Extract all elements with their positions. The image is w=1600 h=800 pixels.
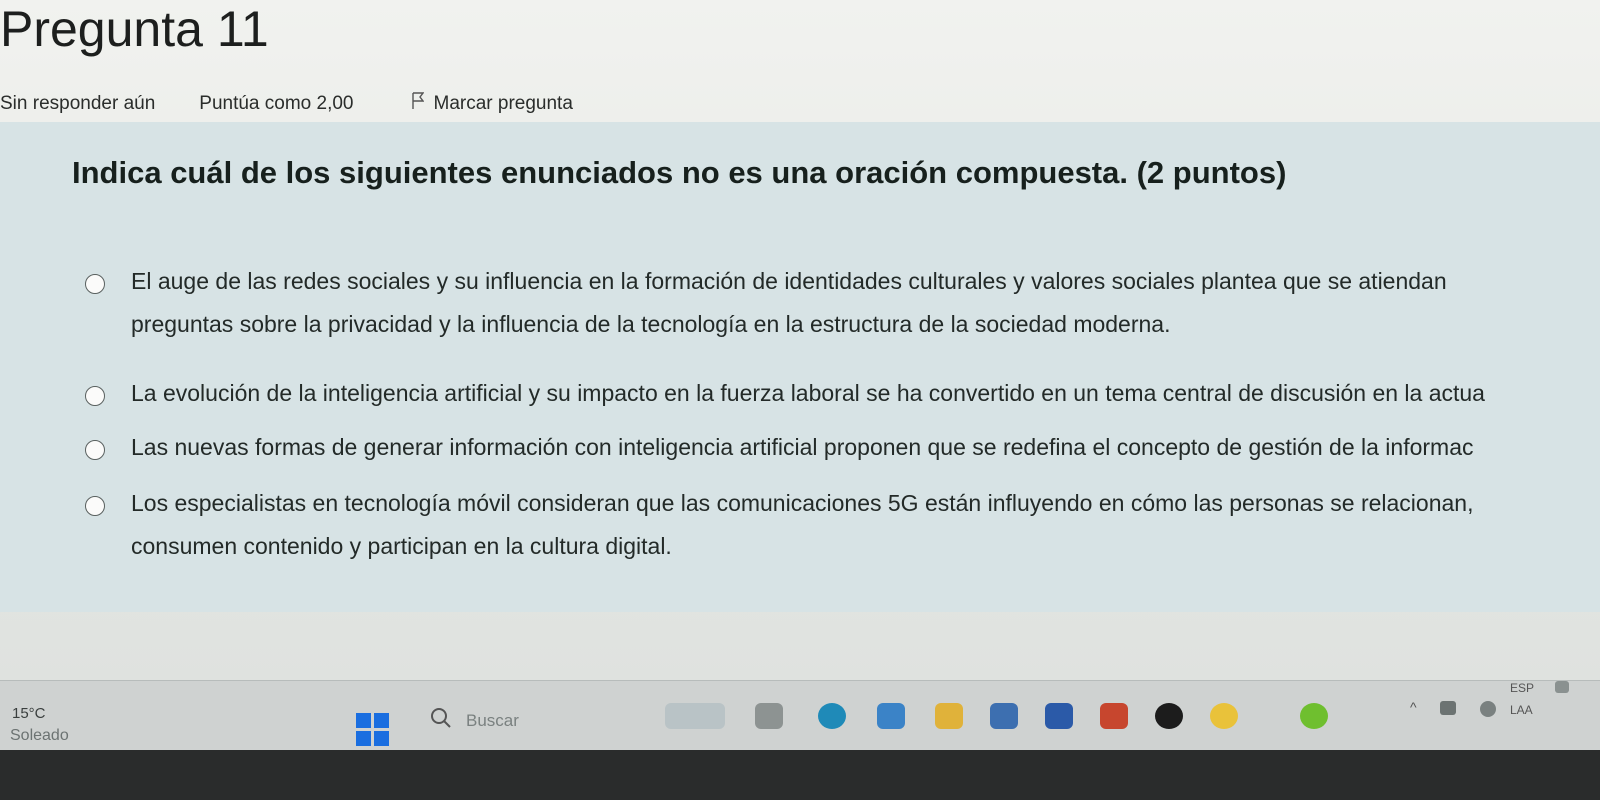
word-icon[interactable] [1045,703,1073,729]
radio-button[interactable] [85,386,105,406]
folder-icon[interactable] [935,703,963,729]
search-placeholder: Buscar [466,710,519,730]
keyboard-layout[interactable]: LAA [1510,703,1533,717]
answer-option-text: Los especialistas en tecnología móvil co… [131,490,1474,559]
app-icon[interactable] [1300,703,1328,729]
flag-icon [411,92,424,116]
radio-button[interactable] [85,274,105,294]
flag-question-label: Marcar pregunta [433,93,573,114]
start-button[interactable] [356,713,390,747]
app-icon[interactable] [1100,703,1128,729]
question-status: Sin responder aún [0,93,156,114]
edge-browser-icon[interactable] [818,703,846,729]
language-indicator[interactable]: ESP [1510,681,1534,695]
media-icon[interactable] [1155,703,1183,729]
answer-option[interactable]: Los especialistas en tecnología móvil co… [85,490,1590,568]
monitor-bezel [0,750,1600,800]
question-text: Indica cuál de los siguientes enunciados… [72,155,1287,190]
taskbar-search[interactable]: Buscar [430,707,519,734]
answer-option-text: El auge de las redes sociales y su influ… [131,268,1447,337]
weather-description[interactable]: Soleado [10,727,69,745]
network-icon[interactable] [1440,701,1456,715]
file-explorer-icon[interactable] [755,703,783,729]
chrome-icon[interactable] [1210,703,1238,729]
answer-option[interactable]: Las nuevas formas de generar información… [85,434,1590,469]
taskbar: 15°C Soleado Buscar ^ ESP LAA [0,680,1600,751]
radio-button[interactable] [85,496,105,516]
windows-logo-icon [356,713,371,728]
radio-button[interactable] [85,440,105,460]
question-title: Pregunta 11 [0,1,269,57]
answer-option[interactable]: La evolución de la inteligencia artifici… [85,380,1590,415]
flag-question-button[interactable]: Marcar pregunta [411,92,573,116]
widgets-icon[interactable] [665,703,725,729]
app-icon[interactable] [877,703,905,729]
weather-temperature[interactable]: 15°C [12,705,46,722]
answer-option-text: Las nuevas formas de generar información… [131,434,1474,460]
volume-icon[interactable] [1555,681,1569,693]
question-score: Puntúa como 2,00 [199,93,354,114]
store-icon[interactable] [990,703,1018,729]
question-info: Sin responder aún Puntúa como 2,00 Marca… [0,92,573,116]
account-icon[interactable] [1480,701,1496,717]
quiz-page: Pregunta 11 Sin responder aún Puntúa com… [0,0,1600,680]
answer-option[interactable]: El auge de las redes sociales y su influ… [85,268,1590,346]
search-icon [430,707,452,734]
chevron-up-icon[interactable]: ^ [1410,699,1417,715]
answer-option-text: La evolución de la inteligencia artifici… [131,380,1485,406]
